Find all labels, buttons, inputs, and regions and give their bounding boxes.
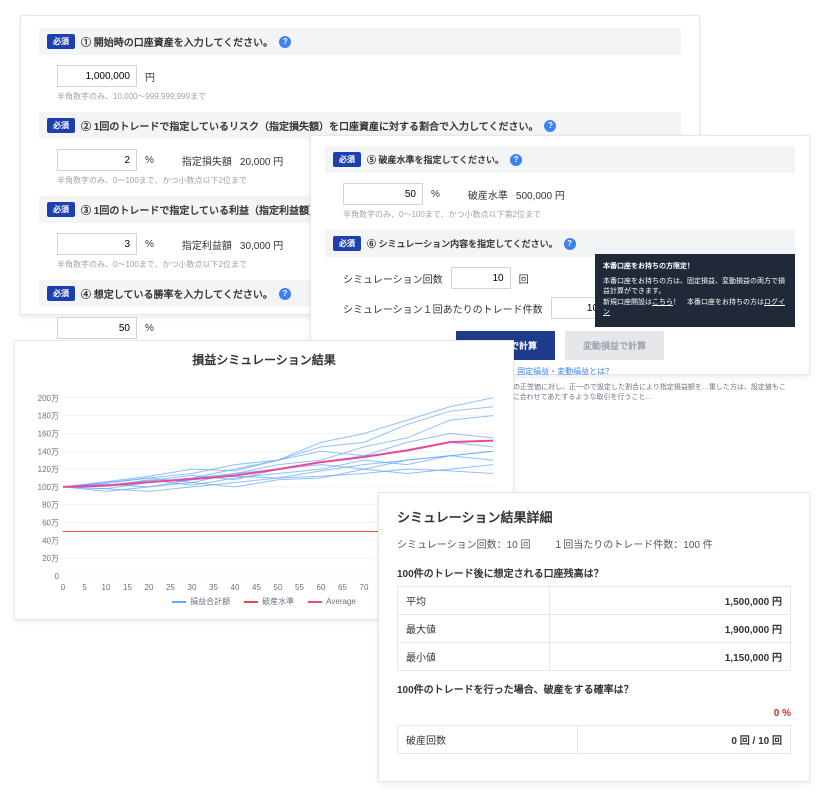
table-row: 平均1,500,000 円 [398, 587, 791, 615]
tooltip-line2-a: 新規口座開設は [603, 299, 652, 306]
open-account-link[interactable]: こちら [652, 299, 673, 306]
ruin-summary-table: 破産回数0 回 / 10 回 [397, 725, 791, 754]
unit-label: % [431, 189, 440, 200]
required-badge: 必須 [333, 236, 361, 251]
unit-label: 円 [145, 69, 155, 84]
svg-text:80万: 80万 [42, 501, 59, 510]
calc-value: 30,000 円 [240, 237, 283, 252]
result-meta: シミュレーション回数：10 回 １回当たりのトレード件数：100 件 [397, 536, 791, 551]
calc-label: 指定損失額 [182, 153, 232, 168]
unit-label: % [145, 239, 154, 250]
unit-label: 回 [519, 271, 529, 286]
svg-text:65: 65 [338, 583, 347, 592]
svg-text:50: 50 [274, 583, 283, 592]
table-row: 最大値1,900,000 円 [398, 615, 791, 643]
calc-label: 破産水準 [468, 187, 508, 202]
sim-count-input[interactable] [451, 267, 511, 289]
legend-item-avg: Average [308, 596, 356, 607]
help-icon[interactable]: ? [564, 238, 576, 250]
svg-text:20万: 20万 [42, 554, 59, 563]
required-badge: 必須 [47, 118, 75, 133]
starting-balance-input[interactable] [57, 65, 137, 87]
calc-label: 指定利益額 [182, 237, 232, 252]
svg-text:100万: 100万 [38, 483, 59, 492]
legend-item-sim: 損益合計額 [172, 596, 230, 607]
svg-text:45: 45 [252, 583, 261, 592]
risk-percent-input[interactable] [57, 149, 137, 171]
chart-title: 損益シミュレーション結果 [29, 351, 499, 368]
svg-text:60: 60 [317, 583, 326, 592]
unit-label: % [145, 323, 154, 334]
svg-text:20: 20 [145, 583, 154, 592]
tooltip-line2-c: ！ 本番口座をお持ちの方は [673, 299, 764, 306]
winrate-input[interactable] [57, 317, 137, 339]
help-icon[interactable]: ? [510, 154, 522, 166]
svg-text:40: 40 [231, 583, 240, 592]
svg-text:10: 10 [102, 583, 111, 592]
required-badge: 必須 [47, 286, 75, 301]
tooltip-title: 本番口座をお持ちの方限定！ [603, 262, 787, 273]
calc-value: 500,000 円 [516, 187, 565, 202]
section-1-header: 必須 ① 開始時の口座資産を入力してください。 ? [39, 28, 681, 55]
svg-text:120万: 120万 [38, 465, 59, 474]
help-icon[interactable]: ? [279, 288, 291, 300]
section-2-title: ② 1回のトレードで指定しているリスク（指定損失額）を口座資産に対する割合で入力… [81, 118, 538, 133]
ruin-probability: 0 % [397, 702, 791, 725]
help-icon[interactable]: ? [279, 36, 291, 48]
svg-text:40万: 40万 [42, 536, 59, 545]
svg-text:140万: 140万 [38, 447, 59, 456]
section-1-title: ① 開始時の口座資産を入力してください。 [81, 34, 273, 49]
calc-variable-button[interactable]: 変動損益で計算 [565, 331, 664, 360]
promo-tooltip: 本番口座をお持ちの方限定！ 本番口座をお持ちの方は、固定損益、変動損益の両方で損… [595, 254, 795, 327]
section-4-title: ④ 想定している勝率を入力してください。 [81, 286, 273, 301]
svg-text:35: 35 [209, 583, 218, 592]
legend-item-ruin: 破産水準 [244, 596, 294, 607]
svg-text:15: 15 [123, 583, 132, 592]
section-5-title: ⑤ 破産水準を指定してください。 [367, 153, 504, 166]
help-icon[interactable]: ? [544, 120, 556, 132]
required-badge: 必須 [333, 152, 361, 167]
section-6-title: ⑥ シミュレーション内容を指定してください。 [367, 237, 558, 250]
required-badge: 必須 [47, 34, 75, 49]
svg-text:0: 0 [61, 583, 66, 592]
svg-text:180万: 180万 [38, 412, 59, 421]
svg-text:25: 25 [166, 583, 175, 592]
svg-text:30: 30 [188, 583, 197, 592]
svg-text:5: 5 [82, 583, 87, 592]
sim-count-label: シミュレーション回数 [343, 271, 443, 286]
trades-per-sim-label: シミュレーション１回あたりのトレード件数 [343, 301, 543, 316]
svg-text:0: 0 [55, 572, 60, 581]
profit-percent-input[interactable] [57, 233, 137, 255]
svg-text:55: 55 [295, 583, 304, 592]
table-row: 破産回数0 回 / 10 回 [398, 726, 791, 754]
section-5-header: 必須 ⑤ 破産水準を指定してください。 ? [325, 146, 795, 173]
svg-text:60万: 60万 [42, 519, 59, 528]
unit-label: % [145, 155, 154, 166]
input-form-panel-2: 必須 ⑤ 破産水準を指定してください。 ? % 破産水準 500,000 円 半… [310, 135, 810, 375]
calc-value: 20,000 円 [240, 153, 283, 168]
ruin-threshold-input[interactable] [343, 183, 423, 205]
required-badge: 必須 [47, 202, 75, 217]
section-6-header: 必須 ⑥ シミュレーション内容を指定してください。 ? [325, 230, 795, 257]
tooltip-line1: 本番口座をお持ちの方は、固定損益、変動損益の両方で損益計算ができます。 [603, 277, 787, 298]
svg-text:160万: 160万 [38, 429, 59, 438]
question-2: 100件のトレードを行った場合、破産をする確率は？ [397, 681, 791, 696]
result-detail-title: シミュレーション結果詳細 [397, 507, 791, 526]
svg-text:200万: 200万 [38, 394, 59, 403]
hint-text: 半角数字のみ、10,000〜999,999,999まで [39, 91, 681, 112]
table-row: 最小値1,150,000 円 [398, 643, 791, 671]
svg-text:70: 70 [360, 583, 369, 592]
hint-text: 半角数字のみ、0〜100まで、かつ小数点以下第2位まで [325, 209, 795, 230]
simulation-result-detail-panel: シミュレーション結果詳細 シミュレーション回数：10 回 １回当たりのトレード件… [378, 492, 810, 782]
balance-summary-table: 平均1,500,000 円最大値1,900,000 円最小値1,150,000 … [397, 586, 791, 671]
question-1: 100件のトレード後に想定される口座残高は？ [397, 565, 791, 580]
